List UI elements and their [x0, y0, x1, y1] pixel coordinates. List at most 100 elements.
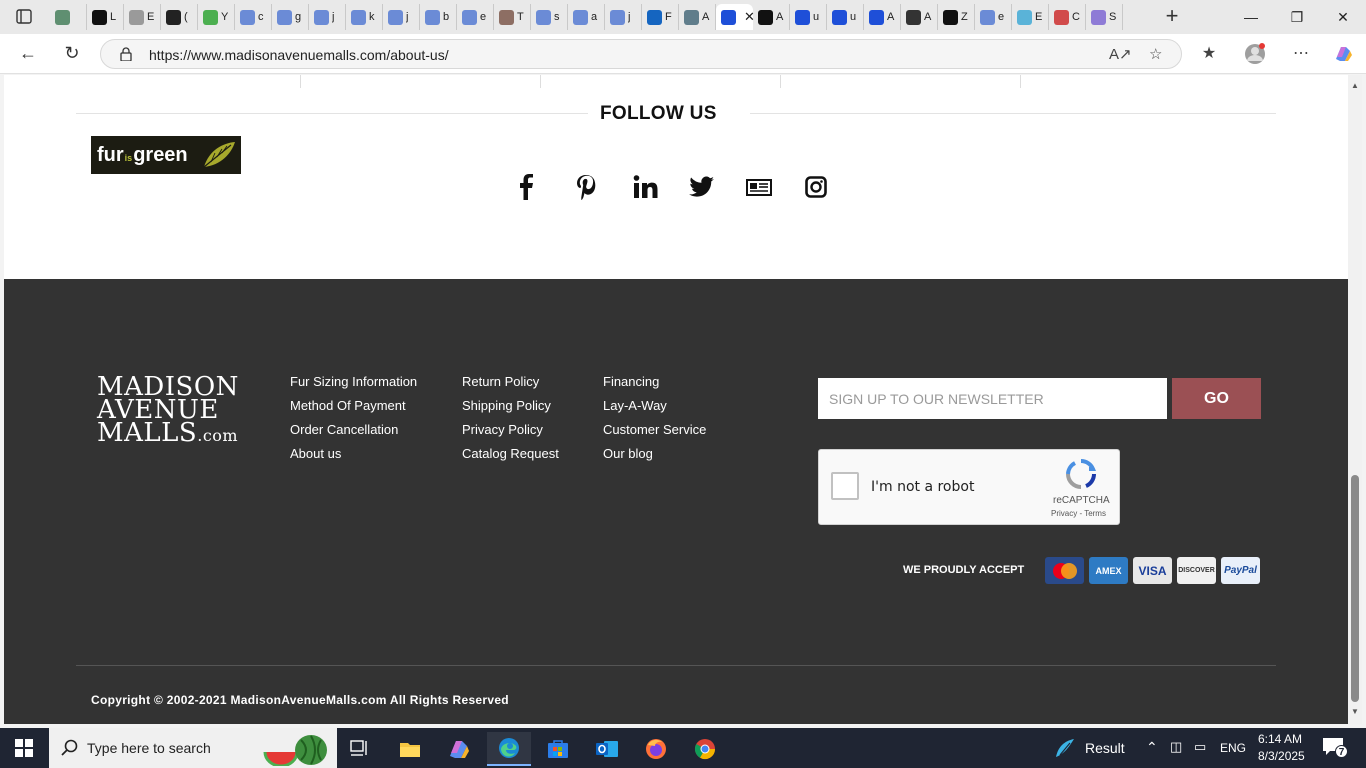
- tab-favicon-icon: [610, 9, 625, 25]
- fur-is-green-logo[interactable]: fur is green: [91, 136, 241, 174]
- firefox-icon[interactable]: [634, 732, 678, 766]
- back-button[interactable]: ←: [15, 42, 41, 66]
- file-explorer-icon[interactable]: [388, 732, 432, 766]
- browser-tab[interactable]: S: [1086, 4, 1123, 30]
- browser-tab[interactable]: T: [494, 4, 531, 30]
- browser-tab[interactable]: A: [753, 4, 790, 30]
- instagram-icon[interactable]: [801, 172, 831, 202]
- browser-tab[interactable]: F: [642, 4, 679, 30]
- scroll-thumb[interactable]: [1351, 475, 1359, 702]
- browser-tab[interactable]: g: [272, 4, 309, 30]
- clock-time[interactable]: 6:14 AM: [1258, 732, 1302, 746]
- read-aloud-icon[interactable]: A↗: [1109, 45, 1132, 63]
- notifications-icon[interactable]: 7: [1322, 737, 1348, 759]
- tab-actions-icon[interactable]: [10, 7, 38, 27]
- start-button[interactable]: [0, 728, 48, 768]
- newsletter-go-button[interactable]: GO: [1172, 378, 1261, 419]
- footer-link-return-policy[interactable]: Return Policy: [462, 370, 559, 394]
- browser-tab[interactable]: C: [1049, 4, 1086, 30]
- browser-tab[interactable]: u: [790, 4, 827, 30]
- browser-tab[interactable]: [50, 4, 87, 30]
- copilot-app-icon[interactable]: [437, 732, 481, 766]
- browser-tab[interactable]: e: [975, 4, 1012, 30]
- new-tab-button[interactable]: +: [1160, 5, 1184, 28]
- recaptcha-checkbox[interactable]: [831, 472, 859, 500]
- footer-link-order-cancellation[interactable]: Order Cancellation: [290, 418, 417, 442]
- browser-tab[interactable]: Z: [938, 4, 975, 30]
- browser-tab[interactable]: A: [679, 4, 716, 30]
- battery-icon[interactable]: ▭: [1194, 739, 1206, 755]
- footer-link-fur-sizing[interactable]: Fur Sizing Information: [290, 370, 417, 394]
- browser-tab[interactable]: u: [827, 4, 864, 30]
- weather-icon[interactable]: [1052, 737, 1076, 764]
- scroll-down-arrow[interactable]: ▼: [1351, 707, 1359, 716]
- browser-tab[interactable]: (: [161, 4, 198, 30]
- footer-divider: [76, 665, 1276, 666]
- browser-tab[interactable]: Y: [198, 4, 235, 30]
- profile-avatar[interactable]: [1244, 43, 1266, 65]
- tab-favicon-icon: [277, 9, 292, 25]
- tab-favicon-icon: [647, 9, 662, 25]
- outlook-icon[interactable]: [585, 732, 629, 766]
- browser-tab[interactable]: E: [124, 4, 161, 30]
- browser-tab[interactable]: a: [568, 4, 605, 30]
- more-menu-icon[interactable]: ⋯: [1290, 43, 1312, 65]
- task-view-icon[interactable]: [338, 732, 382, 766]
- favorite-star-icon[interactable]: ☆: [1149, 45, 1162, 63]
- chrome-icon[interactable]: [683, 732, 727, 766]
- browser-tab[interactable]: b: [420, 4, 457, 30]
- taskbar-search-box[interactable]: Type here to search: [49, 728, 337, 768]
- madison-avenue-malls-logo[interactable]: MADISON AVENUE MALLS.com: [97, 374, 238, 447]
- meet-now-icon[interactable]: ◫: [1170, 739, 1182, 755]
- edge-browser-icon[interactable]: [487, 732, 531, 766]
- refresh-button[interactable]: ↻: [59, 42, 85, 66]
- tab-title: E: [147, 11, 155, 23]
- logo-text: is: [124, 153, 133, 163]
- footer-link-about-us[interactable]: About us: [290, 442, 417, 466]
- tab-title: j: [628, 11, 631, 23]
- browser-tab[interactable]: j: [383, 4, 420, 30]
- footer-link-financing[interactable]: Financing: [603, 370, 706, 394]
- scroll-up-arrow[interactable]: ▲: [1351, 81, 1359, 90]
- footer-link-method-of-payment[interactable]: Method Of Payment: [290, 394, 417, 418]
- close-window-button[interactable]: ✕: [1320, 6, 1366, 28]
- recaptcha-brand: reCAPTCHA: [1053, 495, 1110, 506]
- maximize-button[interactable]: ❐: [1274, 6, 1320, 28]
- footer-link-customer-service[interactable]: Customer Service: [603, 418, 706, 442]
- browser-tab[interactable]: j: [309, 4, 346, 30]
- browser-tab[interactable]: A: [901, 4, 938, 30]
- microsoft-store-icon[interactable]: [536, 732, 580, 766]
- tab-title: e: [480, 11, 487, 23]
- browser-tab[interactable]: E: [1012, 4, 1049, 30]
- minimize-button[interactable]: —: [1228, 6, 1274, 28]
- browser-tab[interactable]: L: [87, 4, 124, 30]
- copilot-icon[interactable]: [1332, 43, 1354, 65]
- language-indicator[interactable]: ENG: [1220, 741, 1246, 755]
- weather-result-text[interactable]: Result: [1085, 740, 1125, 756]
- browser-tab[interactable]: j: [605, 4, 642, 30]
- footer-link-shipping-policy[interactable]: Shipping Policy: [462, 394, 559, 418]
- browser-tab[interactable]: k: [346, 4, 383, 30]
- page-scrollbar[interactable]: ▲ ▼: [1348, 75, 1362, 724]
- browser-tab[interactable]: s: [531, 4, 568, 30]
- url-field[interactable]: https://www.madisonavenuemalls.com/about…: [100, 39, 1182, 69]
- tab-favicon-icon: [1091, 9, 1106, 25]
- browser-tab[interactable]: e: [457, 4, 494, 30]
- footer-link-catalog-request[interactable]: Catalog Request: [462, 442, 559, 466]
- browser-tab-active[interactable]: c✕: [716, 4, 755, 30]
- browser-tab[interactable]: A: [864, 4, 901, 30]
- news-icon[interactable]: [744, 172, 774, 202]
- newsletter-email-input[interactable]: [818, 378, 1167, 419]
- facebook-icon[interactable]: [511, 172, 541, 202]
- favorites-icon[interactable]: ★: [1198, 43, 1220, 65]
- clock-date[interactable]: 8/3/2025: [1258, 749, 1305, 763]
- footer-link-lay-a-way[interactable]: Lay-A-Way: [603, 394, 706, 418]
- footer-link-privacy-policy[interactable]: Privacy Policy: [462, 418, 559, 442]
- tray-overflow-chevron-icon[interactable]: ⌃: [1146, 739, 1158, 756]
- browser-tab[interactable]: c: [235, 4, 272, 30]
- twitter-icon[interactable]: [687, 172, 717, 202]
- linkedin-icon[interactable]: [631, 172, 661, 202]
- footer-link-our-blog[interactable]: Our blog: [603, 442, 706, 466]
- pinterest-icon[interactable]: [571, 172, 601, 202]
- recaptcha-privacy-terms[interactable]: Privacy - Terms: [1051, 509, 1106, 518]
